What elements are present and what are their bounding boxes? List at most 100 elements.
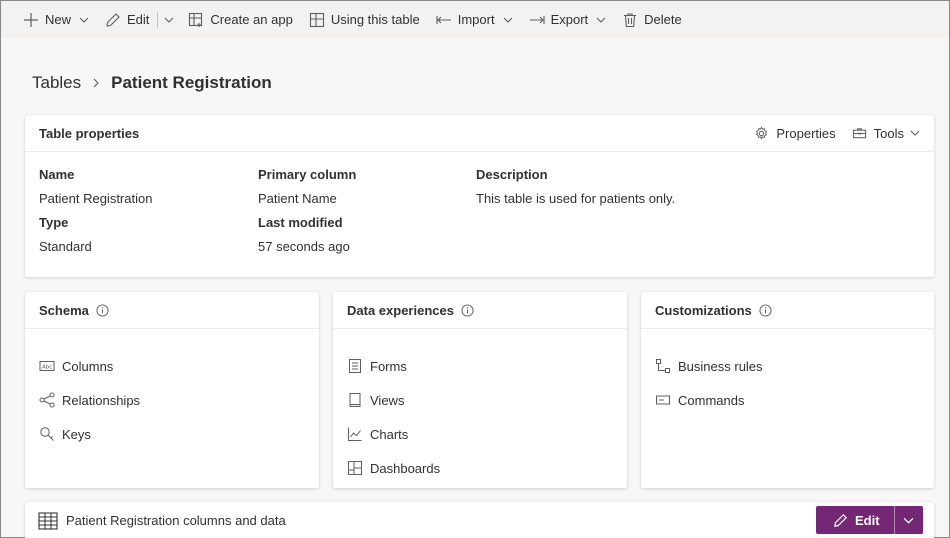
gear-icon [754,125,769,141]
edit-label: Edit [127,12,150,27]
using-table-label: Using this table [330,12,420,27]
table-properties-title: Table properties [39,125,140,141]
charts-link[interactable]: Charts [347,417,613,451]
relationships-label: Relationships [62,392,141,408]
pencil-icon [833,513,848,528]
table-icon [309,12,325,28]
commands-label: Commands [678,392,745,408]
create-app-label: Create an app [210,12,293,27]
svg-text:Abc: Abc [42,365,52,371]
table-properties-header: Table properties Properties Tools [25,115,934,152]
key-icon [39,426,55,442]
chevron-down-icon [910,128,920,138]
edit-button[interactable]: Edit [105,1,149,38]
breadcrumb-tables-link[interactable]: Tables [32,73,81,93]
relationships-link[interactable]: Relationships [39,383,305,417]
data-experiences-title: Data experiences [347,302,454,318]
edit-data-button[interactable]: Edit [816,506,923,534]
chevron-down-icon[interactable] [79,15,89,25]
last-modified-value: 57 seconds ago [258,239,350,254]
tools-label: Tools [873,125,904,141]
create-app-icon [188,12,204,28]
info-icon[interactable] [461,303,474,317]
description-label: Description [476,167,548,182]
delete-label: Delete [644,12,682,27]
schema-title: Schema [39,302,89,318]
forms-label: Forms [370,358,407,374]
properties-button[interactable]: Properties [754,125,836,141]
import-label: Import [457,12,495,27]
name-label: Name [39,167,75,182]
primary-column-label: Primary column [258,167,357,182]
chart-icon [347,426,363,442]
customizations-card: Customizations Business rules Commands [641,292,934,488]
chevron-right-icon [91,78,101,88]
chevron-down-icon[interactable] [903,515,914,526]
breadcrumb: Tables Patient Registration [32,73,272,93]
columns-icon: Abc [39,358,55,374]
table-properties-card: Table properties Properties Tools Name P… [25,115,934,277]
keys-link[interactable]: Keys [39,417,305,451]
business-rules-label: Business rules [678,358,763,374]
new-button[interactable]: New [23,1,89,38]
customizations-header: Customizations [641,292,934,329]
data-experiences-card: Data experiences Forms Views Charts Dash… [333,292,627,488]
import-icon [436,12,452,28]
page-title: Patient Registration [111,73,272,92]
using-table-button[interactable]: Using this table [309,1,420,38]
tools-button[interactable]: Tools [852,126,920,141]
business-rules-link[interactable]: Business rules [655,349,920,383]
split-divider [894,506,895,534]
schema-header: Schema [25,292,319,329]
views-label: Views [370,392,405,408]
plus-icon [23,12,39,28]
name-value: Patient Registration [39,191,153,206]
type-value: Standard [39,239,92,254]
data-experiences-header: Data experiences [333,292,627,329]
export-icon [529,12,545,28]
description-column: Description This table is used for patie… [476,163,675,211]
description-value: This table is used for patients only. [476,191,676,206]
grid-icon [38,511,58,530]
toolbox-icon [852,126,867,141]
export-button[interactable]: Export [529,1,607,38]
chevron-down-icon [164,15,174,25]
primary-column-value: Patient Name [258,191,337,206]
business-rules-icon [655,358,671,374]
delete-button[interactable]: Delete [622,1,682,38]
create-app-button[interactable]: Create an app [188,1,293,38]
info-icon[interactable] [759,303,772,317]
export-label: Export [550,12,589,27]
schema-card: Schema Abc Columns Relationships Keys [25,292,319,488]
columns-link[interactable]: Abc Columns [39,349,305,383]
dashboard-icon [347,460,363,476]
import-button[interactable]: Import [436,1,513,38]
keys-label: Keys [62,426,91,442]
edit-menu-button[interactable] [164,1,174,38]
dashboards-link[interactable]: Dashboards [347,451,613,485]
commands-link[interactable]: Commands [655,383,920,417]
chevron-down-icon [503,15,513,25]
columns-data-header: Patient Registration columns and data [25,502,934,538]
chevron-down-icon [596,15,606,25]
edit-data-label: Edit [855,512,880,528]
primary-modified-column: Primary column Patient Name Last modifie… [258,163,356,259]
new-label: New [45,12,72,27]
customizations-title: Customizations [655,302,752,318]
command-bar: New Edit Create an app Using this table … [1,1,949,38]
columns-data-title: Patient Registration columns and data [66,513,286,528]
last-modified-label: Last modified [258,215,343,230]
form-icon [347,358,363,374]
trash-icon [622,12,638,28]
relationships-icon [39,392,55,408]
properties-label: Properties [776,125,836,141]
charts-label: Charts [370,426,409,442]
command-icon [655,392,671,408]
views-link[interactable]: Views [347,383,613,417]
columns-data-card: Patient Registration columns and data Ed… [25,502,934,538]
forms-link[interactable]: Forms [347,349,613,383]
name-type-column: Name Patient Registration Type Standard [39,163,152,259]
info-icon[interactable] [96,303,109,317]
edit-data-main[interactable]: Edit [816,506,894,534]
dashboards-label: Dashboards [370,460,441,476]
